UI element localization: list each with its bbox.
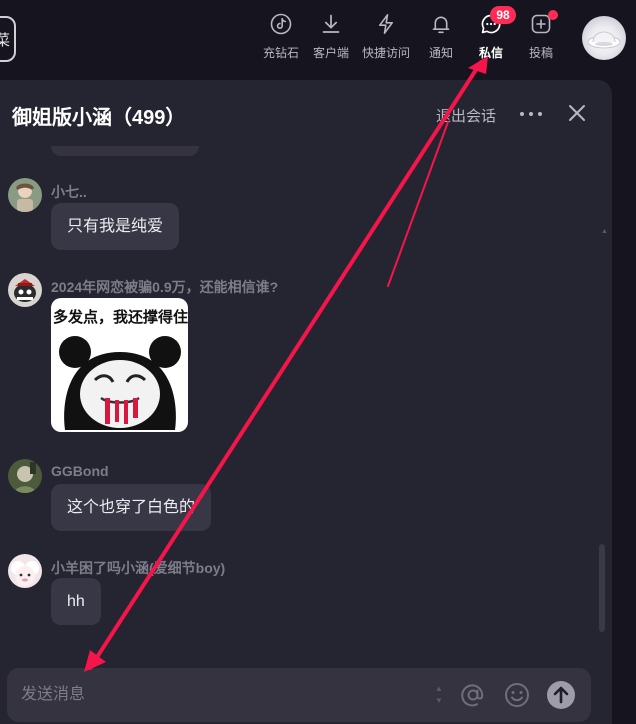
message-input[interactable]	[21, 682, 401, 708]
cloud-icon	[587, 31, 621, 49]
chat-title: 御姐版小涵（499）	[12, 107, 186, 129]
sticker-caption: 多发点，我还撑得住	[53, 309, 188, 326]
bell-icon	[429, 12, 453, 36]
avatar[interactable]	[8, 459, 42, 493]
smiley-icon	[505, 683, 529, 707]
sender-name: 2024年网恋被骗0.9万，还能相信谁?	[51, 279, 279, 295]
chat-header: 御姐版小涵（499） 退出会话	[0, 80, 612, 146]
more-dot	[520, 112, 524, 116]
avatar[interactable]	[8, 178, 42, 212]
nav-label: 客户端	[312, 46, 349, 60]
user-avatar[interactable]	[582, 16, 626, 60]
sender-name: 小羊困了吗小涵(爱细节boy)	[51, 560, 226, 576]
close-icon[interactable]	[566, 102, 588, 124]
exit-conversation-button[interactable]: 退出会话	[436, 105, 496, 126]
send-button[interactable]	[547, 681, 575, 709]
chat-panel: 御姐版小涵（499） 退出会话 小七.. 只有我是纯爱 2024年网恋被骗0.9…	[0, 80, 612, 724]
lightning-icon	[374, 12, 398, 36]
emoji-button[interactable]	[503, 681, 531, 709]
at-sign-icon	[461, 684, 484, 707]
avatar[interactable]	[8, 273, 42, 307]
upload-notification-dot	[548, 10, 558, 20]
more-dot	[538, 112, 542, 116]
nav-item-upload[interactable]: 投稿	[513, 10, 569, 62]
nav-items: 充钻石 客户端 快捷访问 通知 私信 投稿	[0, 10, 636, 62]
sender-name: 小七..	[51, 184, 87, 200]
nav-item-notifications[interactable]: 通知	[413, 10, 469, 62]
nav-label: 快捷访问	[361, 46, 410, 60]
more-options-button[interactable]	[518, 106, 544, 120]
resize-handle[interactable]: ▲ ▼	[435, 684, 443, 706]
avatar[interactable]	[8, 554, 42, 588]
page: 菜 充钻石 客户端 快捷访问 通知 私信 投稿 98 御姐版小涵（499） 退出…	[0, 0, 636, 724]
message-list[interactable]: 小七.. 只有我是纯爱 2024年网恋被骗0.9万，还能相信谁? 多发点，我还撑…	[0, 146, 598, 636]
nav-item-recharge[interactable]: 充钻石	[253, 10, 309, 62]
more-dot	[529, 112, 533, 116]
resize-arrow-up: ▲	[435, 684, 443, 693]
top-navigation-bar: 菜 充钻石 客户端 快捷访问 通知 私信 投稿 98	[0, 0, 636, 80]
scrollbar[interactable]	[598, 152, 606, 636]
download-icon	[319, 12, 343, 36]
nav-item-quick-access[interactable]: 快捷访问	[358, 10, 414, 62]
tiktok-icon	[269, 12, 293, 36]
mention-button[interactable]	[459, 681, 487, 709]
message-bubble: hh	[51, 578, 101, 625]
message-count-badge: 98	[490, 6, 516, 24]
nav-label: 私信	[478, 46, 503, 60]
panda-meme-image	[59, 336, 181, 430]
scrollbar-thumb[interactable]	[599, 544, 605, 632]
nav-item-client[interactable]: 客户端	[303, 10, 359, 62]
sender-name: GGBond	[51, 463, 109, 479]
nav-label: 通知	[428, 46, 453, 60]
message-bubble: 只有我是纯爱	[51, 203, 180, 250]
message-bubble: 这个也穿了白色的	[51, 484, 212, 531]
message-composer: ▲ ▼	[7, 668, 591, 722]
nav-label: 投稿	[528, 46, 553, 60]
arrow-up-icon	[553, 686, 569, 704]
resize-arrow-down: ▼	[435, 696, 443, 705]
nav-label: 充钻石	[262, 46, 299, 60]
sticker-image[interactable]: 多发点，我还撑得住	[51, 298, 188, 432]
previous-message-bubble	[51, 146, 199, 156]
